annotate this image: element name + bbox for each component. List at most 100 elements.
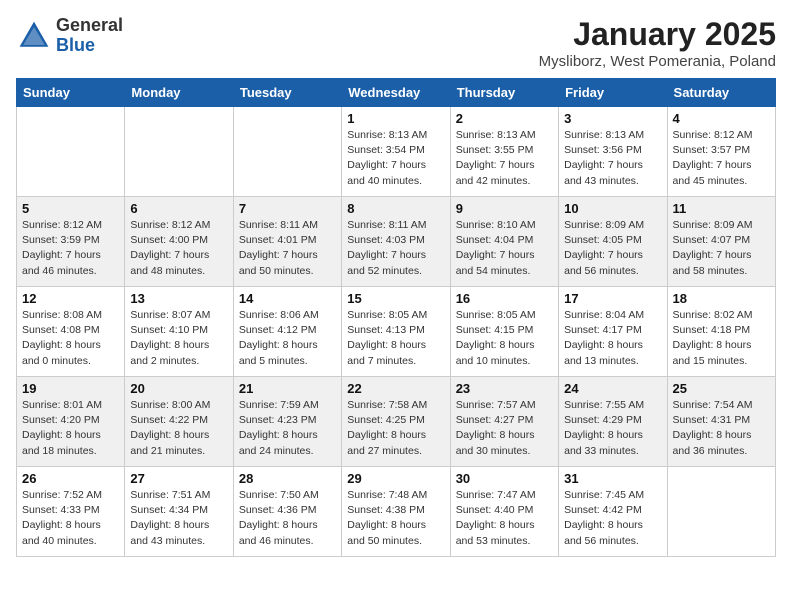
day-info: Sunrise: 8:04 AM Sunset: 4:17 PM Dayligh… bbox=[564, 308, 661, 369]
calendar-cell: 12 Sunrise: 8:08 AM Sunset: 4:08 PM Dayli… bbox=[17, 287, 125, 377]
calendar-cell: 1 Sunrise: 8:13 AM Sunset: 3:54 PM Daylig… bbox=[342, 107, 450, 197]
calendar-cell: 9Sunrise: 8:10 AM Sunset: 4:04 PM Daylig… bbox=[450, 197, 558, 287]
day-info: Sunrise: 8:09 AM Sunset: 4:07 PM Dayligh… bbox=[673, 218, 770, 279]
day-info: Sunrise: 8:00 AM Sunset: 4:22 PM Dayligh… bbox=[130, 398, 227, 459]
day-number: 9 bbox=[456, 201, 553, 216]
calendar-cell: 21 Sunrise: 7:59 AM Sunset: 4:23 PM Dayli… bbox=[233, 377, 341, 467]
day-number: 13 bbox=[130, 291, 227, 306]
calendar-cell bbox=[17, 107, 125, 197]
calendar-cell: 28 Sunrise: 7:50 AM Sunset: 4:36 PM Dayli… bbox=[233, 467, 341, 557]
calendar-cell: 29Sunrise: 7:48 AM Sunset: 4:38 PM Dayli… bbox=[342, 467, 450, 557]
day-info: Sunrise: 8:12 AM Sunset: 3:59 PM Dayligh… bbox=[22, 218, 119, 279]
calendar-cell: 27Sunrise: 7:51 AM Sunset: 4:34 PM Dayli… bbox=[125, 467, 233, 557]
day-info: Sunrise: 8:11 AM Sunset: 4:01 PM Dayligh… bbox=[239, 218, 336, 279]
day-info: Sunrise: 7:58 AM Sunset: 4:25 PM Dayligh… bbox=[347, 398, 444, 459]
day-number: 17 bbox=[564, 291, 661, 306]
day-info: Sunrise: 8:06 AM Sunset: 4:12 PM Dayligh… bbox=[239, 308, 336, 369]
location-subtitle: Mysliborz, West Pomerania, Poland bbox=[539, 53, 776, 70]
calendar-cell: 20 Sunrise: 8:00 AM Sunset: 4:22 PM Dayli… bbox=[125, 377, 233, 467]
calendar-cell: 16Sunrise: 8:05 AM Sunset: 4:15 PM Dayli… bbox=[450, 287, 558, 377]
calendar-cell: 13 Sunrise: 8:07 AM Sunset: 4:10 PM Dayli… bbox=[125, 287, 233, 377]
calendar-week-row: 19 Sunrise: 8:01 AM Sunset: 4:20 PM Dayli… bbox=[17, 377, 776, 467]
calendar-cell bbox=[125, 107, 233, 197]
day-info: Sunrise: 8:13 AM Sunset: 3:55 PM Dayligh… bbox=[456, 128, 553, 189]
day-info: Sunrise: 8:13 AM Sunset: 3:54 PM Dayligh… bbox=[347, 128, 444, 189]
day-number: 19 bbox=[22, 381, 119, 396]
day-info: Sunrise: 8:05 AM Sunset: 4:15 PM Dayligh… bbox=[456, 308, 553, 369]
calendar-cell: 5 Sunrise: 8:12 AM Sunset: 3:59 PM Daylig… bbox=[17, 197, 125, 287]
day-info: Sunrise: 8:02 AM Sunset: 4:18 PM Dayligh… bbox=[673, 308, 770, 369]
calendar-cell bbox=[667, 467, 775, 557]
day-number: 25 bbox=[673, 381, 770, 396]
calendar-cell: 26 Sunrise: 7:52 AM Sunset: 4:33 PM Dayli… bbox=[17, 467, 125, 557]
day-number: 15 bbox=[347, 291, 444, 306]
weekday-header-wednesday: Wednesday bbox=[342, 79, 450, 107]
day-number: 23 bbox=[456, 381, 553, 396]
day-number: 14 bbox=[239, 291, 336, 306]
day-info: Sunrise: 8:01 AM Sunset: 4:20 PM Dayligh… bbox=[22, 398, 119, 459]
day-info: Sunrise: 8:12 AM Sunset: 3:57 PM Dayligh… bbox=[673, 128, 770, 189]
day-info: Sunrise: 8:13 AM Sunset: 3:56 PM Dayligh… bbox=[564, 128, 661, 189]
day-number: 5 bbox=[22, 201, 119, 216]
day-number: 26 bbox=[22, 471, 119, 486]
calendar-cell: 7Sunrise: 8:11 AM Sunset: 4:01 PM Daylig… bbox=[233, 197, 341, 287]
day-number: 2 bbox=[456, 111, 553, 126]
day-info: Sunrise: 8:11 AM Sunset: 4:03 PM Dayligh… bbox=[347, 218, 444, 279]
weekday-header-monday: Monday bbox=[125, 79, 233, 107]
calendar-cell: 19 Sunrise: 8:01 AM Sunset: 4:20 PM Dayli… bbox=[17, 377, 125, 467]
day-info: Sunrise: 7:59 AM Sunset: 4:23 PM Dayligh… bbox=[239, 398, 336, 459]
day-info: Sunrise: 8:07 AM Sunset: 4:10 PM Dayligh… bbox=[130, 308, 227, 369]
calendar-cell: 18 Sunrise: 8:02 AM Sunset: 4:18 PM Dayli… bbox=[667, 287, 775, 377]
day-info: Sunrise: 7:48 AM Sunset: 4:38 PM Dayligh… bbox=[347, 488, 444, 549]
day-info: Sunrise: 8:05 AM Sunset: 4:13 PM Dayligh… bbox=[347, 308, 444, 369]
page-header: General Blue January 2025 Mysliborz, Wes… bbox=[16, 16, 776, 70]
weekday-header-tuesday: Tuesday bbox=[233, 79, 341, 107]
day-info: Sunrise: 7:50 AM Sunset: 4:36 PM Dayligh… bbox=[239, 488, 336, 549]
weekday-header-thursday: Thursday bbox=[450, 79, 558, 107]
calendar-cell: 15 Sunrise: 8:05 AM Sunset: 4:13 PM Dayli… bbox=[342, 287, 450, 377]
day-number: 28 bbox=[239, 471, 336, 486]
calendar-cell: 6 Sunrise: 8:12 AM Sunset: 4:00 PM Daylig… bbox=[125, 197, 233, 287]
logo-icon bbox=[16, 18, 52, 54]
logo-text: General Blue bbox=[56, 16, 123, 56]
day-number: 8 bbox=[347, 201, 444, 216]
calendar-cell: 4 Sunrise: 8:12 AM Sunset: 3:57 PM Daylig… bbox=[667, 107, 775, 197]
calendar-cell: 10 Sunrise: 8:09 AM Sunset: 4:05 PM Dayli… bbox=[559, 197, 667, 287]
day-info: Sunrise: 8:08 AM Sunset: 4:08 PM Dayligh… bbox=[22, 308, 119, 369]
calendar-cell: 17 Sunrise: 8:04 AM Sunset: 4:17 PM Dayli… bbox=[559, 287, 667, 377]
calendar-cell: 14 Sunrise: 8:06 AM Sunset: 4:12 PM Dayli… bbox=[233, 287, 341, 377]
day-info: Sunrise: 8:12 AM Sunset: 4:00 PM Dayligh… bbox=[130, 218, 227, 279]
day-number: 4 bbox=[673, 111, 770, 126]
calendar-cell: 2 Sunrise: 8:13 AM Sunset: 3:55 PM Daylig… bbox=[450, 107, 558, 197]
day-number: 27 bbox=[130, 471, 227, 486]
day-number: 22 bbox=[347, 381, 444, 396]
calendar-cell bbox=[233, 107, 341, 197]
day-info: Sunrise: 8:09 AM Sunset: 4:05 PM Dayligh… bbox=[564, 218, 661, 279]
calendar-week-row: 12 Sunrise: 8:08 AM Sunset: 4:08 PM Dayli… bbox=[17, 287, 776, 377]
weekday-header-saturday: Saturday bbox=[667, 79, 775, 107]
day-number: 11 bbox=[673, 201, 770, 216]
month-title: January 2025 bbox=[539, 16, 776, 53]
day-number: 6 bbox=[130, 201, 227, 216]
calendar-cell: 22 Sunrise: 7:58 AM Sunset: 4:25 PM Dayli… bbox=[342, 377, 450, 467]
calendar-cell: 11 Sunrise: 8:09 AM Sunset: 4:07 PM Dayli… bbox=[667, 197, 775, 287]
day-number: 24 bbox=[564, 381, 661, 396]
calendar-week-row: 1 Sunrise: 8:13 AM Sunset: 3:54 PM Daylig… bbox=[17, 107, 776, 197]
calendar-cell: 8 Sunrise: 8:11 AM Sunset: 4:03 PM Daylig… bbox=[342, 197, 450, 287]
day-number: 1 bbox=[347, 111, 444, 126]
weekday-header-sunday: Sunday bbox=[17, 79, 125, 107]
day-info: Sunrise: 7:47 AM Sunset: 4:40 PM Dayligh… bbox=[456, 488, 553, 549]
day-number: 30 bbox=[456, 471, 553, 486]
day-number: 21 bbox=[239, 381, 336, 396]
day-number: 20 bbox=[130, 381, 227, 396]
day-number: 3 bbox=[564, 111, 661, 126]
day-number: 12 bbox=[22, 291, 119, 306]
day-info: Sunrise: 7:52 AM Sunset: 4:33 PM Dayligh… bbox=[22, 488, 119, 549]
calendar-cell: 24Sunrise: 7:55 AM Sunset: 4:29 PM Dayli… bbox=[559, 377, 667, 467]
calendar-cell: 31Sunrise: 7:45 AM Sunset: 4:42 PM Dayli… bbox=[559, 467, 667, 557]
day-info: Sunrise: 7:57 AM Sunset: 4:27 PM Dayligh… bbox=[456, 398, 553, 459]
calendar-cell: 25Sunrise: 7:54 AM Sunset: 4:31 PM Dayli… bbox=[667, 377, 775, 467]
day-number: 10 bbox=[564, 201, 661, 216]
calendar-week-row: 5 Sunrise: 8:12 AM Sunset: 3:59 PM Daylig… bbox=[17, 197, 776, 287]
day-number: 18 bbox=[673, 291, 770, 306]
